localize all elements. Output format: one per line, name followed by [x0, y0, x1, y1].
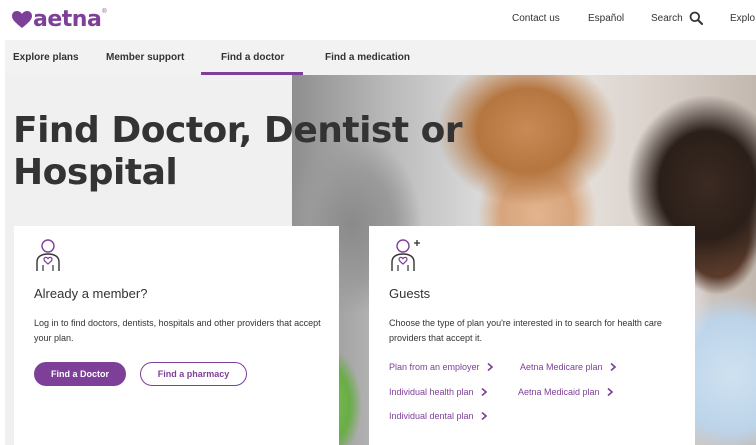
chevron-right-icon	[610, 363, 616, 371]
aetna-logo[interactable]: aetna ®	[12, 8, 107, 32]
plan-link-label: Aetna Medicare plan	[520, 362, 603, 372]
guest-person-plus-icon	[391, 239, 420, 271]
top-bar: aetna ® Contact us Español Search Explo	[0, 0, 756, 40]
nav-member-support[interactable]: Member support	[106, 52, 184, 63]
individual-dental-plan-link[interactable]: Individual dental plan	[389, 411, 487, 421]
plan-link-label: Individual health plan	[389, 387, 474, 397]
aetna-medicaid-plan-link[interactable]: Aetna Medicaid plan	[518, 387, 613, 397]
explore-link[interactable]: Explo	[730, 13, 755, 24]
logo-wordmark: aetna	[33, 7, 102, 32]
search-icon[interactable]	[689, 11, 703, 25]
registered-mark: ®	[102, 9, 107, 15]
individual-health-plan-link[interactable]: Individual health plan	[389, 387, 487, 397]
member-person-heart-icon	[36, 239, 60, 271]
guests-heading: Guests	[389, 286, 431, 301]
find-a-doctor-button[interactable]: Find a Doctor	[34, 362, 126, 386]
chevron-right-icon	[481, 388, 487, 396]
member-heading: Already a member?	[34, 286, 148, 301]
chevron-right-icon	[487, 363, 493, 371]
chevron-right-icon	[481, 412, 487, 420]
nav-explore-plans[interactable]: Explore plans	[13, 52, 79, 63]
member-description: Log in to find doctors, dentists, hospit…	[34, 318, 321, 343]
nav-find-a-medication[interactable]: Find a medication	[325, 52, 410, 63]
plan-from-employer-link[interactable]: Plan from an employer	[389, 362, 493, 372]
guest-card: Guests Choose the type of plan you're in…	[369, 226, 695, 445]
espanol-link[interactable]: Español	[588, 13, 624, 24]
page-title: Find Doctor, Dentist or Hospital	[13, 110, 533, 194]
plan-link-label: Individual dental plan	[389, 411, 474, 421]
find-a-pharmacy-button[interactable]: Find a pharmacy	[140, 362, 247, 386]
guests-description: Choose the type of plan you're intereste…	[389, 318, 662, 343]
plan-link-label: Plan from an employer	[389, 362, 480, 372]
chevron-right-icon	[607, 388, 613, 396]
plan-link-label: Aetna Medicaid plan	[518, 387, 600, 397]
aetna-medicare-plan-link[interactable]: Aetna Medicare plan	[520, 362, 616, 372]
search-link[interactable]: Search	[651, 13, 683, 24]
title-line-2: Hospital	[13, 152, 178, 193]
title-line-1: Find Doctor, Dentist or	[13, 110, 463, 151]
heart-logo-icon	[12, 11, 32, 28]
contact-us-link[interactable]: Contact us	[512, 13, 560, 24]
main-nav: Explore plans Member support Find a doct…	[5, 40, 756, 75]
member-card: Already a member? Log in to find doctors…	[14, 226, 339, 445]
nav-find-a-doctor[interactable]: Find a doctor	[221, 52, 284, 63]
